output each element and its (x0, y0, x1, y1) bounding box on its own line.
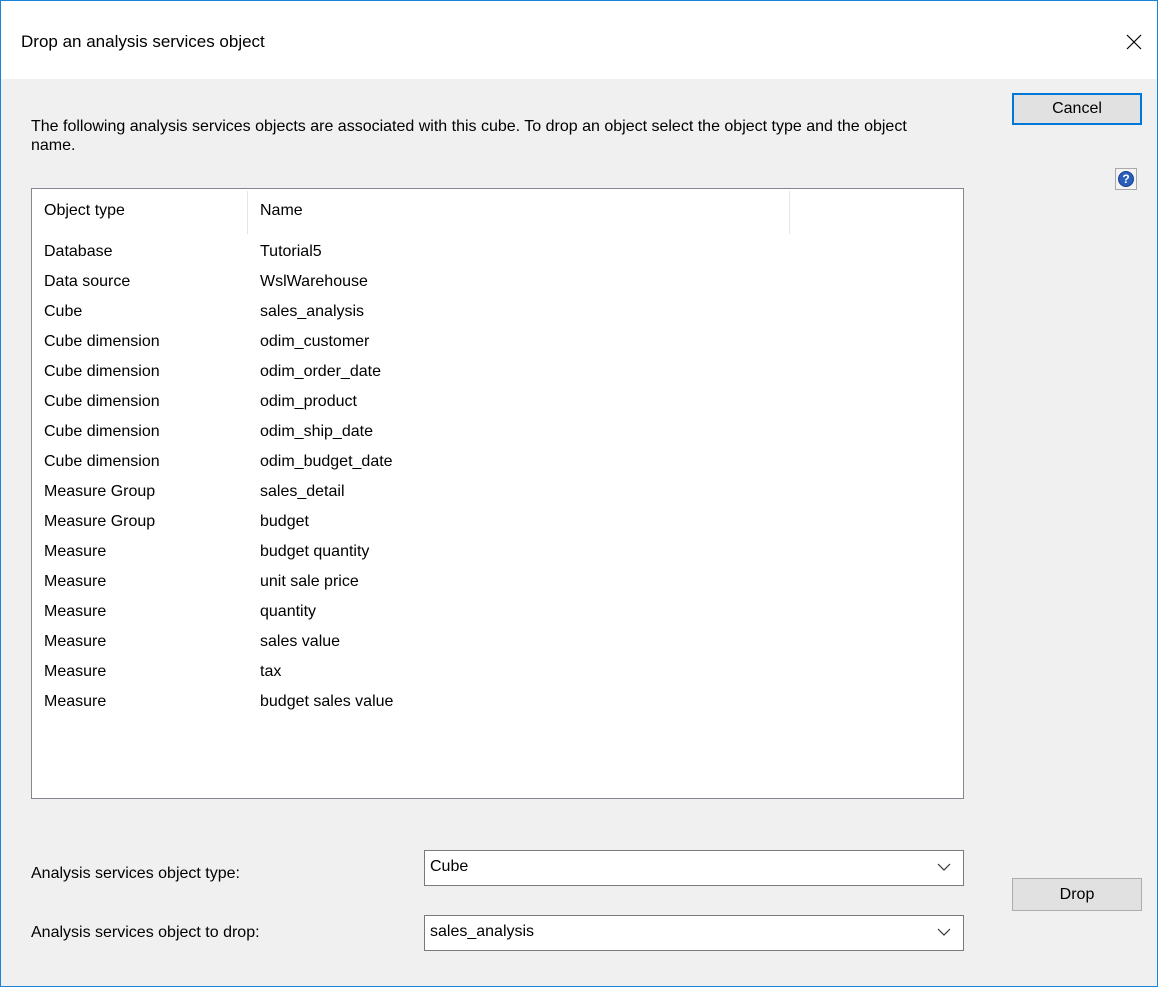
list-item[interactable]: Cube dimension odim_ship_date (32, 418, 963, 448)
list-item-name: odim_ship_date (260, 423, 373, 440)
object-type-label: Analysis services object type: (31, 865, 240, 882)
chevron-down-icon (937, 928, 951, 936)
list-item-name: WslWarehouse (260, 273, 368, 290)
list-item-name: Tutorial5 (260, 243, 322, 260)
svg-text:?: ? (1122, 172, 1129, 186)
list-item[interactable]: Measure tax (32, 658, 963, 688)
column-header-name[interactable]: Name (260, 202, 303, 220)
list-item[interactable]: Measure budget sales value (32, 688, 963, 718)
list-item[interactable]: Cube dimension odim_product (32, 388, 963, 418)
list-item-object-type: Database (44, 243, 113, 260)
list-item-object-type: Measure (44, 543, 107, 560)
list-item-name: sales_detail (260, 483, 345, 500)
list-item[interactable]: Measure sales value (32, 628, 963, 658)
window-title: Drop an analysis services object (21, 32, 265, 51)
list-item-object-type: Data source (44, 273, 131, 290)
list-item[interactable]: Measure Group sales_detail (32, 478, 963, 508)
list-item-name: unit sale price (260, 573, 359, 590)
object-to-drop-label: Analysis services object to drop: (31, 924, 260, 941)
column-divider[interactable] (789, 191, 790, 234)
list-item[interactable]: Cube dimension odim_budget_date (32, 448, 963, 478)
list-item-name: budget quantity (260, 543, 370, 560)
list-item[interactable]: Measure unit sale price (32, 568, 963, 598)
list-item[interactable]: Measure quantity (32, 598, 963, 628)
list-rows: Database Tutorial5 Data source WslWarehouse… (32, 238, 963, 718)
list-item-object-type: Cube dimension (44, 393, 160, 410)
list-item-name: odim_customer (260, 333, 370, 350)
list-item[interactable]: Data source WslWarehouse (32, 268, 963, 298)
list-item-name: odim_budget_date (260, 453, 393, 470)
list-item-object-type: Cube dimension (44, 423, 160, 440)
list-item-name: budget sales value (260, 693, 394, 710)
list-header: Object type Name (32, 189, 963, 238)
list-item-name: tax (260, 663, 282, 680)
chevron-down-icon (937, 863, 951, 871)
close-button[interactable] (1111, 19, 1157, 65)
list-item[interactable]: Measure budget quantity (32, 538, 963, 568)
drop-button[interactable]: Drop (1012, 878, 1142, 911)
list-item-object-type: Cube dimension (44, 333, 160, 350)
description-text: The following analysis services objects … (31, 118, 907, 154)
list-item-object-type: Measure (44, 633, 107, 650)
help-icon: ? (1118, 171, 1134, 187)
list-item[interactable]: Measure Group budget (32, 508, 963, 538)
list-item-name: sales_analysis (260, 303, 365, 320)
list-item-object-type: Measure (44, 603, 107, 620)
objects-list[interactable]: Object type Name Database Tutorial5 Data s… (31, 188, 964, 799)
list-item[interactable]: Cube sales_analysis (32, 298, 963, 328)
column-header-object-type[interactable]: Object type (44, 202, 125, 220)
list-item-name: budget (260, 513, 309, 530)
list-item-object-type: Cube dimension (44, 453, 160, 470)
list-item-name: sales value (260, 633, 341, 650)
close-icon (1126, 34, 1142, 50)
list-item-name: quantity (260, 603, 317, 620)
list-item-object-type: Cube dimension (44, 363, 160, 380)
list-item-object-type: Cube (44, 303, 83, 320)
list-item-object-type: Measure (44, 663, 107, 680)
dialog-window: Drop an analysis services object The fol… (0, 0, 1158, 987)
list-item-object-type: Measure Group (44, 513, 156, 530)
column-divider[interactable] (247, 191, 248, 234)
list-item-object-type: Measure Group (44, 483, 156, 500)
list-item-name: odim_product (260, 393, 357, 410)
object-type-select[interactable]: Cube (424, 850, 964, 886)
dialog-body: The following analysis services objects … (1, 79, 1157, 986)
list-item-object-type: Measure (44, 573, 107, 590)
object-to-drop-value: sales_analysis (430, 923, 535, 940)
help-button[interactable]: ? (1115, 168, 1137, 190)
list-item[interactable]: Cube dimension odim_customer (32, 328, 963, 358)
object-type-value: Cube (430, 858, 469, 875)
cancel-button[interactable]: Cancel (1012, 93, 1142, 125)
object-to-drop-select[interactable]: sales_analysis (424, 915, 964, 951)
list-item-object-type: Measure (44, 693, 107, 710)
title-bar[interactable]: Drop an analysis services object (1, 1, 1157, 79)
list-item[interactable]: Cube dimension odim_order_date (32, 358, 963, 388)
list-item[interactable]: Database Tutorial5 (32, 238, 963, 268)
list-item-name: odim_order_date (260, 363, 381, 380)
